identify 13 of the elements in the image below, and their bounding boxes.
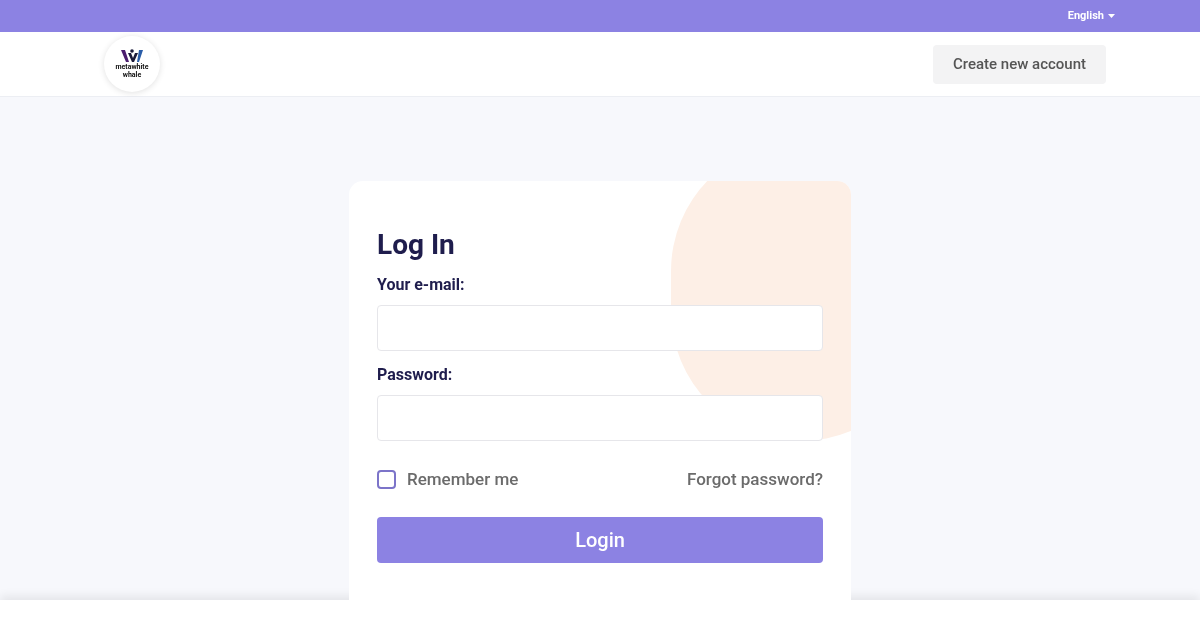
create-account-button[interactable]: Create new account	[932, 44, 1106, 84]
logo-mark-icon	[121, 49, 143, 63]
language-dropdown[interactable]: English	[1067, 7, 1115, 25]
forgot-password-link[interactable]: Forgot password?	[686, 467, 823, 493]
field-label: Password:	[377, 364, 454, 386]
checkbox[interactable]	[377, 470, 396, 490]
input-field[interactable]	[377, 305, 823, 351]
remember-me-label: Remember me	[407, 468, 519, 491]
field-label: Your e-mail:	[377, 274, 466, 296]
login-title: Log In	[377, 227, 456, 263]
input-field[interactable]	[377, 395, 823, 441]
caret-icon	[1108, 14, 1115, 18]
login-button[interactable]: Login	[377, 516, 823, 563]
